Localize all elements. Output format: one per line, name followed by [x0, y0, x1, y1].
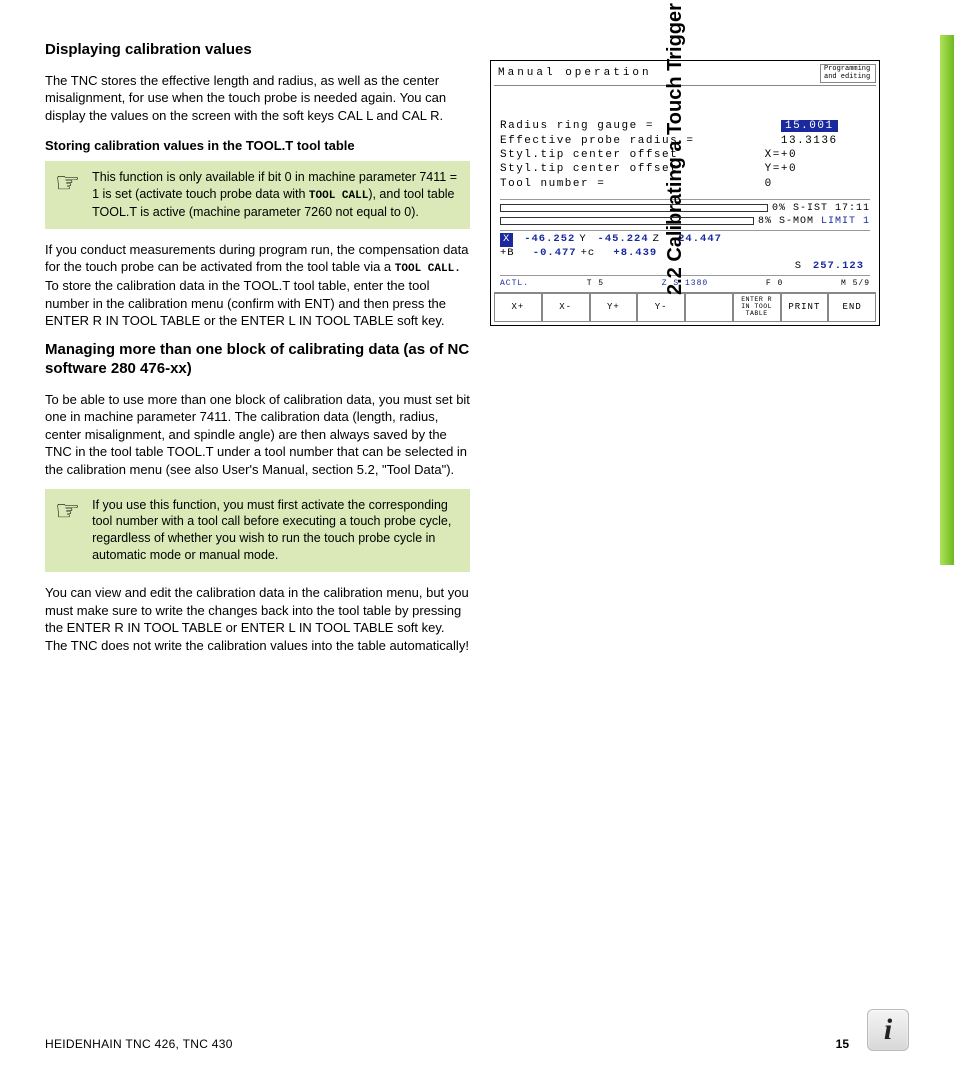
softkey-empty[interactable] [685, 293, 733, 321]
heading-managing: Managing more than one block of calibrat… [45, 340, 470, 379]
screen-mode-box: Programming and editing [820, 64, 876, 83]
softkey-enter-r[interactable]: ENTER R IN TOOL TABLE [733, 293, 781, 321]
pointing-hand-icon: ☞ [55, 169, 80, 221]
para-view: You can view and edit the calibration da… [45, 584, 470, 654]
softkey-y-minus[interactable]: Y- [637, 293, 685, 321]
softkey-x-plus[interactable]: X+ [494, 293, 542, 321]
softkey-print[interactable]: PRINT [781, 293, 829, 321]
softkey-row: X+ X- Y+ Y- ENTER R IN TOOL TABLE PRINT … [494, 292, 876, 321]
pointing-hand-icon: ☞ [55, 497, 80, 565]
para-conduct: If you conduct measurements during progr… [45, 241, 470, 330]
softkey-y-plus[interactable]: Y+ [590, 293, 638, 321]
heading-storing: Storing calibration values in the TOOL.T… [45, 138, 470, 153]
note1-text: This function is only available if bit 0… [92, 169, 460, 221]
page-number: 15 [836, 1037, 849, 1051]
note2-text: If you use this function, you must first… [92, 497, 460, 565]
para-display: The TNC stores the effective length and … [45, 72, 470, 125]
section-side-tab: 2.2 Calibrating a Touch Trigger Probe [914, 35, 954, 565]
note-box-2: ☞ If you use this function, you must fir… [45, 489, 470, 573]
info-icon: i [867, 1009, 909, 1051]
screen-mode-line2: and editing [824, 74, 872, 82]
heading-displaying: Displaying calibration values [45, 40, 470, 60]
side-tab-title: 2.2 Calibrating a Touch Trigger Probe [664, 0, 687, 295]
para-managing: To be able to use more than one block of… [45, 391, 470, 479]
side-tab-accent [940, 35, 954, 565]
page-footer: HEIDENHAIN TNC 426, TNC 430 15 i [45, 1009, 909, 1051]
note-box-1: ☞ This function is only available if bit… [45, 161, 470, 229]
screen-title: Manual operation [494, 64, 656, 82]
softkey-x-minus[interactable]: X- [542, 293, 590, 321]
footer-product: HEIDENHAIN TNC 426, TNC 430 [45, 1037, 233, 1051]
main-text-column: Displaying calibration values The TNC st… [45, 40, 470, 664]
softkey-end[interactable]: END [828, 293, 876, 321]
